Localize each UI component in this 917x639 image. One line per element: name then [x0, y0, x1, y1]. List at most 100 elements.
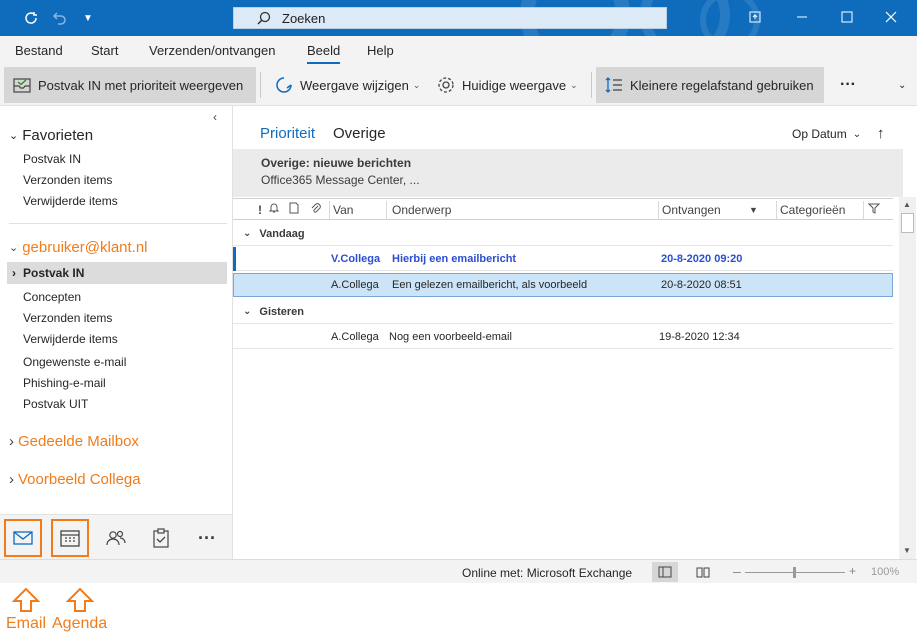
- zoom-slider-thumb[interactable]: [793, 567, 796, 578]
- calendar-icon: [60, 530, 80, 547]
- group-label: Vandaag: [259, 227, 305, 240]
- sort-dropdown[interactable]: Op Datum ⌄: [792, 127, 861, 141]
- email-annotation-label: Email: [6, 615, 47, 632]
- smaller-spacing-label: Kleinere regelafstand gebruiken: [630, 77, 814, 93]
- mail-nav-button[interactable]: [4, 519, 42, 557]
- message-list: Prioriteit Overige Op Datum ⌄ ↑ Overige:…: [233, 106, 917, 559]
- people-nav-button[interactable]: [97, 519, 135, 557]
- folder-inbox[interactable]: › Postvak IN: [7, 262, 227, 284]
- maximize-icon[interactable]: [832, 5, 862, 29]
- zoom-in-icon[interactable]: +: [849, 564, 856, 578]
- folder-favorite-inbox[interactable]: Postvak IN: [23, 152, 81, 166]
- minimize-icon[interactable]: [787, 5, 817, 29]
- scrollbar-thumb[interactable]: [901, 213, 914, 233]
- close-icon[interactable]: [876, 5, 906, 29]
- tab-prioriteit[interactable]: Prioriteit: [260, 125, 316, 151]
- priority-inbox-button[interactable]: Postvak IN met prioriteit weergeven: [4, 67, 256, 103]
- undo-icon[interactable]: [48, 7, 70, 29]
- from-column[interactable]: Van: [333, 203, 353, 217]
- message-row[interactable]: A.Collega Een gelezen emailbericht, als …: [233, 273, 893, 297]
- normal-view-button[interactable]: [652, 562, 678, 582]
- group-label: Gisteren: [259, 305, 305, 318]
- colleague-mailbox-label: Voorbeeld Collega: [18, 471, 141, 488]
- chevron-down-icon: ⌄: [570, 79, 578, 90]
- connection-status: Online met: Microsoft Exchange: [462, 566, 633, 580]
- normal-view-icon: [658, 566, 672, 578]
- account-header[interactable]: ⌄ gebruiker@klant.nl: [9, 239, 148, 256]
- zoom-out-icon[interactable]: –: [733, 563, 741, 579]
- more-options-button[interactable]: ···: [832, 67, 864, 103]
- folder-phishing[interactable]: Phishing-e-mail: [23, 376, 106, 390]
- message-row[interactable]: A.Collega Nog een voorbeeld-email 19-8-2…: [233, 325, 893, 349]
- colleague-mailbox-header[interactable]: › Voorbeeld Collega: [9, 471, 141, 488]
- shared-mailbox-header[interactable]: › Gedeelde Mailbox: [9, 433, 139, 450]
- menu-beeld[interactable]: Beeld: [307, 43, 341, 64]
- tab-overige[interactable]: Overige: [333, 125, 386, 142]
- chevron-down-icon: ⌄: [243, 228, 252, 239]
- group-header-today[interactable]: ⌄ Vandaag: [233, 222, 893, 246]
- message-subject: Een gelezen emailbericht, als voorbeeld: [392, 279, 588, 291]
- attachment-icon[interactable]: [310, 202, 322, 217]
- subject-column[interactable]: Onderwerp: [392, 203, 451, 217]
- shared-mailbox-label: Gedeelde Mailbox: [18, 433, 139, 450]
- column-divider: [776, 201, 777, 219]
- more-apps-button[interactable]: ···: [188, 519, 226, 557]
- ribbon: Postvak IN met prioriteit weergeven Weer…: [0, 64, 917, 106]
- reading-view-icon: [696, 567, 710, 578]
- inbox-icon: [13, 78, 31, 93]
- message-from: A.Collega: [331, 331, 379, 343]
- other-messages-banner[interactable]: Overige: nieuwe berichten Office365 Mess…: [233, 149, 903, 197]
- tasks-icon: [153, 528, 169, 548]
- chevron-right-icon: ›: [9, 433, 14, 450]
- search-input[interactable]: Zoeken: [233, 7, 667, 29]
- favorites-label: Favorieten: [22, 127, 94, 144]
- collapse-pane-icon[interactable]: ‹: [213, 110, 217, 124]
- mail-icon: [13, 531, 33, 545]
- filter-icon[interactable]: [867, 202, 881, 217]
- folder-pane: ‹ ⌄ Favorieten Postvak IN Verzonden item…: [0, 106, 233, 559]
- column-divider: [329, 201, 330, 219]
- menu-bestand[interactable]: Bestand: [15, 43, 63, 58]
- folder-junk[interactable]: Ongewenste e-mail: [23, 355, 126, 369]
- menu-help[interactable]: Help: [367, 43, 394, 58]
- restore-window-icon[interactable]: [740, 5, 770, 29]
- vertical-scrollbar[interactable]: ▲ ▼: [899, 197, 916, 559]
- reminder-bell-icon[interactable]: [268, 202, 280, 217]
- importance-column[interactable]: !: [258, 203, 262, 217]
- categories-column[interactable]: Categorieën: [780, 203, 845, 217]
- message-row[interactable]: V.Collega Hierbij een emailbericht 20-8-…: [233, 247, 893, 271]
- search-placeholder: Zoeken: [282, 10, 326, 26]
- reading-view-button[interactable]: [690, 562, 716, 582]
- folder-drafts[interactable]: Concepten: [23, 290, 81, 304]
- smaller-spacing-button[interactable]: Kleinere regelafstand gebruiken: [596, 67, 824, 103]
- chevron-down-icon: ⌄: [9, 242, 19, 254]
- current-view-button[interactable]: Huidige weergave ⌄: [428, 67, 586, 103]
- sort-down-icon: ▼: [749, 205, 758, 215]
- folder-outbox[interactable]: Postvak UIT: [23, 397, 88, 411]
- customize-icon[interactable]: ▼: [77, 7, 99, 29]
- document-icon[interactable]: [288, 202, 300, 217]
- folder-favorite-sent[interactable]: Verzonden items: [23, 173, 112, 187]
- email-annotation: Email: [6, 587, 46, 633]
- sort-label: Op Datum: [792, 127, 847, 141]
- message-subject: Nog een voorbeeld-email: [389, 331, 512, 343]
- line-spacing-icon: [605, 77, 622, 93]
- collapse-ribbon-icon[interactable]: ⌄: [890, 67, 914, 103]
- folder-favorite-deleted[interactable]: Verwijderde items: [23, 194, 118, 208]
- tasks-nav-button[interactable]: [142, 519, 180, 557]
- change-view-button[interactable]: Weergave wijzigen ⌄: [266, 67, 428, 103]
- inbox-tabs: Prioriteit Overige: [260, 125, 386, 151]
- menu-start[interactable]: Start: [91, 43, 118, 58]
- scroll-down-icon[interactable]: ▼: [903, 546, 911, 555]
- menu-verzenden-ontvangen[interactable]: Verzenden/ontvangen: [149, 43, 276, 58]
- refresh-icon[interactable]: [20, 7, 42, 29]
- folder-sent[interactable]: Verzonden items: [23, 311, 112, 325]
- calendar-nav-button[interactable]: [51, 519, 89, 557]
- group-header-yesterday[interactable]: ⌄ Gisteren: [233, 300, 893, 324]
- folder-deleted[interactable]: Verwijderde items: [23, 332, 118, 346]
- change-view-icon: [276, 77, 292, 93]
- sort-direction-icon[interactable]: ↑: [877, 125, 885, 142]
- scroll-up-icon[interactable]: ▲: [903, 200, 911, 209]
- received-column[interactable]: Ontvangen: [662, 203, 721, 217]
- favorites-header[interactable]: ⌄ Favorieten: [9, 127, 93, 144]
